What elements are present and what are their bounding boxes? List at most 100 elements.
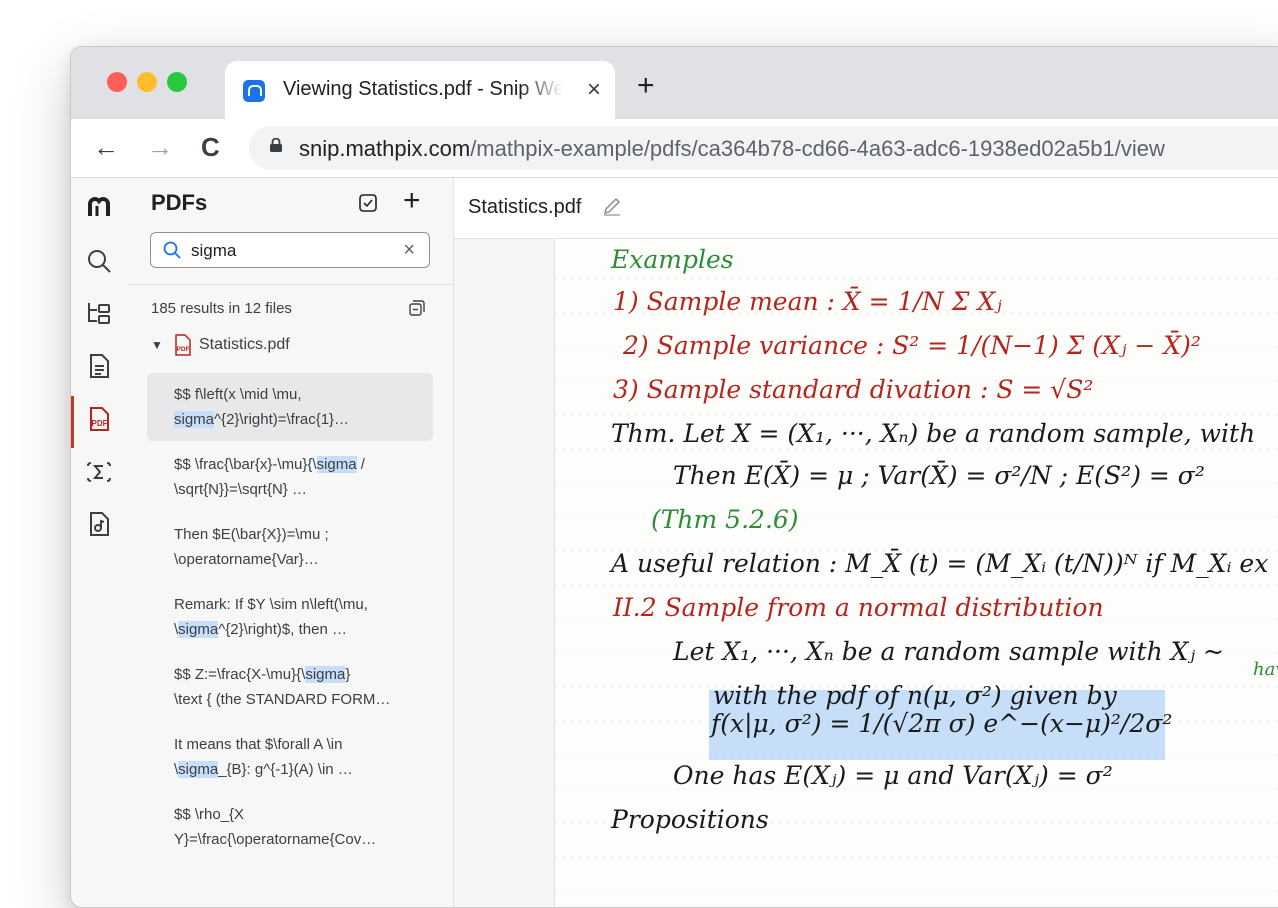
mathpix-favicon-icon (243, 80, 265, 102)
margin-note: hav (1253, 659, 1278, 680)
search-result-item[interactable]: $$ f\left(x \mid \mu, sigma^{2}\right)=\f… (147, 373, 433, 441)
result-line: \sigma^{2}\right)$, then … (174, 617, 433, 642)
url-text[interactable]: snip.mathpix.com/mathpix-example/pdfs/ca… (299, 136, 1165, 162)
result-line: \sqrt{N}}=\sqrt{N} … (174, 477, 433, 502)
document-title: Statistics.pdf (468, 196, 582, 218)
result-line: $$ f\left(x \mid \mu, (174, 382, 433, 407)
svg-text:PDF: PDF (177, 346, 190, 353)
document-icon[interactable] (86, 353, 112, 379)
result-text: } (345, 666, 351, 683)
pdf-viewer[interactable]: Examples 1) Sample mean : X̄ = 1/N Σ Xⱼ 2)… (454, 239, 1278, 907)
pdf-icon[interactable]: PDF (86, 406, 112, 432)
pdfs-sidebar: PDFs + × 185 results in 12 files (127, 178, 454, 907)
result-line: It means that $\forall A \in (174, 732, 433, 757)
pdf-file-icon: PDF (175, 334, 191, 356)
tab-bar: Viewing Statistics.pdf - Snip Web × + (71, 47, 1278, 119)
clear-search-button[interactable]: × (403, 239, 415, 262)
search-box[interactable]: × (150, 232, 430, 268)
document-header: Statistics.pdf (454, 178, 1278, 239)
result-line: $$ \frac{\bar{x}-\mu}{\sigma / (174, 452, 433, 477)
sidebar-title: PDFs (151, 190, 208, 215)
match-highlight: sigma (174, 411, 215, 428)
svg-text:PDF: PDF (92, 419, 108, 428)
match-highlight: sigma (316, 456, 357, 473)
snip-app: PDF PDFs + sigma × 185 results in 12 fil… (71, 178, 1278, 907)
result-line: Then $E(\bar{X})=\mu ; (174, 522, 433, 547)
file-audio-icon[interactable] (86, 511, 112, 537)
rail-active-indicator (71, 396, 74, 448)
url-host: snip.mathpix.com (299, 136, 471, 161)
result-text: _{B}: g^{-1}(A) \in … (218, 761, 353, 778)
add-pdf-button[interactable]: + (403, 186, 421, 216)
tab-close-button[interactable]: × (587, 76, 601, 104)
minimize-window-button[interactable] (137, 72, 157, 92)
handwritten-line: 1) Sample mean : X̄ = 1/N Σ Xⱼ (613, 287, 1002, 316)
handwritten-line: (Thm 5.2.6) (651, 505, 799, 534)
result-text: Y}=\frac{\operatorname{Cov… (174, 831, 377, 848)
search-result-item[interactable]: Remark: If $Y \sim n\left(\mu, \sigma^{2}… (147, 583, 433, 651)
caret-down-icon[interactable]: ▼ (151, 338, 163, 352)
mathpix-logo-icon[interactable] (86, 194, 112, 220)
search-results-list: $$ f\left(x \mid \mu, sigma^{2}\right)=\f… (147, 373, 433, 863)
result-text: $$ \rho_{X (174, 806, 245, 823)
match-highlight: sigma (305, 666, 346, 683)
new-tab-button[interactable]: + (637, 71, 655, 101)
forward-button[interactable]: → (147, 133, 173, 161)
result-text: It means that $\forall A \in (174, 736, 343, 753)
select-checkbox-icon[interactable] (359, 194, 377, 212)
left-rail: PDF (71, 178, 128, 907)
collapse-all-icon[interactable] (409, 300, 425, 316)
result-text: $$ Z:=\frac{X-\mu}{\ (174, 666, 306, 683)
search-result-item[interactable]: It means that $\forall A \in \sigma_{B}: … (147, 723, 433, 791)
result-line: sigma^{2}\right)=\frac{1}… (174, 407, 433, 432)
search-result-item[interactable]: $$ Z:=\frac{X-\mu}{\sigma} \text { (the S… (147, 653, 433, 721)
handwritten-line: f(x|μ, σ²) = 1/(√2π σ) e^−(x−μ)²/2σ² (711, 709, 1173, 738)
result-text: \text { (the STANDARD FORM… (174, 691, 391, 708)
result-text: \sqrt{N}}=\sqrt{N} … (174, 481, 307, 498)
browser-toolbar: ← → C snip.mathpix.com/mathpix-example/p… (71, 119, 1278, 178)
handwritten-line: Propositions (611, 805, 769, 834)
browser-tab[interactable]: Viewing Statistics.pdf - Snip Web × (225, 61, 615, 119)
results-count: 185 results in 12 files (151, 300, 292, 317)
search-result-item[interactable]: Then $E(\bar{X})=\mu ; \operatorname{Var}… (147, 513, 433, 581)
url-path: /mathpix-example/pdfs/ca364b78-cd66-4a63… (470, 136, 1165, 161)
search-input[interactable] (189, 236, 393, 266)
address-bar[interactable]: snip.mathpix.com/mathpix-example/pdfs/ca… (249, 126, 1278, 170)
search-result-item[interactable]: $$ \rho_{X Y}=\frac{\operatorname{Cov… (147, 793, 433, 861)
result-line: \sigma_{B}: g^{-1}(A) \in … (174, 757, 433, 782)
handwritten-line: Then E(X̄) = μ ; Var(X̄) = σ²/N ; E(S²) … (673, 461, 1205, 490)
browser-window: Viewing Statistics.pdf - Snip Web × + ← … (70, 46, 1278, 908)
match-highlight: sigma (178, 621, 219, 638)
handwritten-line: Let X₁, ···, Xₙ be a random sample with … (673, 637, 1224, 666)
result-line: \text { (the STANDARD FORM… (174, 687, 433, 712)
maximize-window-button[interactable] (167, 72, 187, 92)
result-text: Remark: If $Y \sim n\left(\mu, (174, 596, 368, 613)
back-button[interactable]: ← (93, 133, 119, 161)
reload-button[interactable]: C (201, 133, 220, 161)
handwritten-line: 3) Sample standard divation : S = √S² (613, 375, 1094, 404)
result-text: \operatorname{Var}… (174, 551, 319, 568)
handwritten-line: Thm. Let X = (X₁, ···, Xₙ) be a random s… (611, 419, 1256, 448)
document-pane: Statistics.pdf Examples 1) Sample mean : … (454, 178, 1278, 907)
match-highlight: sigma (178, 761, 219, 778)
file-name: Statistics.pdf (199, 336, 290, 353)
pdf-page[interactable]: Examples 1) Sample mean : X̄ = 1/N Σ Xⱼ 2)… (554, 239, 1278, 907)
result-line: Y}=\frac{\operatorname{Cov… (174, 827, 433, 852)
result-line: $$ \rho_{X (174, 802, 433, 827)
result-line: $$ Z:=\frac{X-\mu}{\sigma} (174, 662, 433, 687)
edit-icon[interactable] (602, 196, 622, 216)
tab-title: Viewing Statistics.pdf - Snip Web (283, 78, 563, 100)
result-text: $$ \frac{\bar{x}-\mu}{\ (174, 456, 317, 473)
result-line: \operatorname{Var}… (174, 547, 433, 572)
sigma-icon[interactable] (86, 459, 112, 485)
close-window-button[interactable] (107, 72, 127, 92)
tree-icon[interactable] (86, 300, 112, 326)
handwritten-line: A useful relation : M_X̄ (t) = (M_Xᵢ (t/… (611, 549, 1269, 578)
handwritten-line: One has E(Xⱼ) = μ and Var(Xⱼ) = σ² (673, 761, 1113, 790)
search-icon[interactable] (86, 248, 112, 274)
search-result-item[interactable]: $$ \frac{\bar{x}-\mu}{\sigma / \sqrt{N}}=… (147, 443, 433, 511)
result-line: Remark: If $Y \sim n\left(\mu, (174, 592, 433, 617)
handwritten-line: with the pdf of n(μ, σ²) given by (713, 681, 1117, 710)
result-text: Then $E(\bar{X})=\mu ; (174, 526, 329, 543)
divider (127, 284, 453, 285)
